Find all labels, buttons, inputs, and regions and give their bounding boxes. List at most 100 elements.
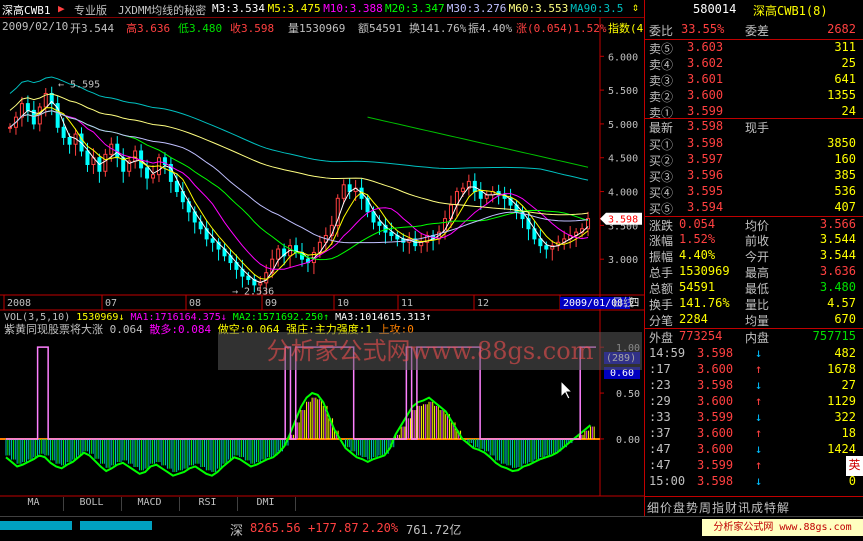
brand-banner[interactable]: 分析家公式网 www.88gs.com (702, 519, 863, 536)
sell-level-1[interactable]: 卖⑤ 3.603 311 (645, 40, 863, 56)
buy-level-volume: 385 (834, 168, 856, 182)
x-tick-label: 09 (265, 298, 277, 309)
play-arrow-icon[interactable]: ▶ (58, 2, 65, 15)
sell-level-label: 卖② (649, 90, 674, 104)
candle-body (151, 174, 156, 179)
tick-time: 15:00 (649, 474, 686, 488)
annotation-high: ← 5.595 (58, 80, 100, 91)
sell-level-3[interactable]: 卖③ 3.601 641 (645, 72, 863, 88)
stat-label: 涨幅 (649, 234, 674, 248)
tick-volume: 0 (848, 474, 856, 488)
buy-level-3[interactable]: 买③ 3.596 385 (645, 168, 863, 184)
bar-change: 涨(0.054)1.52% (516, 22, 607, 35)
quote-panel: 580014 深高CWB1(8) 委比 33.55% 委差 2682 卖⑤ 3.6… (644, 0, 863, 518)
bar-open: 开3.544 (70, 22, 115, 35)
tick-price: 3.599 (697, 410, 734, 424)
buy-level-label: 买④ (649, 186, 674, 200)
bar-info-line: 2009/02/10 开3.544 高3.636 低3.480 收3.598 量… (0, 18, 644, 35)
bar-high: 高3.636 (126, 22, 171, 35)
ma-value-0: M3:3.534 (212, 2, 265, 15)
bar-close: 收3.598 (230, 22, 275, 35)
tick-arrow-icon: ↓ (755, 442, 763, 456)
stat-row: 总额 54591 最低 3.480 (645, 280, 863, 296)
buy-level-label: 买② (649, 154, 674, 168)
stat-label: 换手 (649, 298, 674, 312)
sell-level-volume: 24 (841, 104, 856, 118)
tick-price: 3.599 (697, 458, 734, 472)
tab-rsi[interactable]: RSI (178, 497, 238, 511)
candle-body (460, 187, 465, 193)
buy-level-2[interactable]: 买② 3.597 160 (645, 152, 863, 168)
x-tick-label: 12 (477, 298, 489, 309)
stat-label: 分笔 (649, 314, 674, 328)
y-tick-label: 6.000 (608, 52, 638, 63)
sell-level-label: 卖④ (649, 58, 674, 72)
candle-body (389, 231, 394, 237)
watermark: 分析家公式网www.88gs.com (218, 332, 642, 370)
scroll-updown-icon[interactable]: ⇕ (632, 0, 639, 14)
buy-level-4[interactable]: 买④ 3.595 536 (645, 184, 863, 200)
stat-label-2: 均量 (745, 314, 770, 328)
tick-price: 3.598 (697, 346, 734, 360)
candle-body (544, 245, 549, 250)
sell-level-2[interactable]: 卖④ 3.602 25 (645, 56, 863, 72)
tick-row: :29 3.600 ↑ 1129 (645, 394, 863, 410)
stat-row: 总手 1530969 最高 3.636 (645, 264, 863, 280)
commission-ratio: 33.55% (681, 22, 725, 36)
tab-dmi[interactable]: DMI (236, 497, 296, 511)
tab-macd[interactable]: MACD (120, 497, 180, 511)
buy-level-price: 3.596 (687, 168, 724, 182)
outer-value: 773254 (679, 329, 723, 343)
sell-level-4[interactable]: 卖② 3.600 1355 (645, 88, 863, 104)
formula-name[interactable]: JXDMM均线的秘密 (118, 2, 206, 18)
candle-body (133, 150, 138, 162)
last-price-label: 3.598 (608, 215, 638, 226)
tab-boll[interactable]: BOLL (62, 497, 122, 511)
candle-body (377, 221, 382, 226)
bar-date: 2009/02/10 (2, 20, 69, 33)
candle-body (8, 126, 12, 129)
indicator-tabs: MA BOLL MACD RSI DMI (0, 497, 644, 511)
buy-level-label: 买① (649, 138, 674, 152)
stat-value: 1.52% (679, 232, 716, 246)
tick-arrow-icon: ↑ (755, 362, 763, 376)
inner-label: 内盘 (745, 331, 770, 345)
stat-row: 分笔 2284 均量 670 (645, 312, 863, 328)
period-label[interactable]: 日线 (612, 295, 634, 309)
ind-y-tick-label: 0.50 (616, 389, 640, 400)
bar-amount: 额54591 (358, 22, 403, 35)
tab-ma[interactable]: MA (4, 497, 64, 511)
ime-indicator[interactable]: 英 (846, 456, 863, 476)
buy-level-volume: 160 (834, 152, 856, 166)
panel-bottom-tabs[interactable]: 细价盘势周指财讯成特解 (647, 499, 790, 516)
buy-level-1[interactable]: 买① 3.598 3850 (645, 136, 863, 152)
stat-value-2: 3.636 (819, 264, 856, 278)
tick-arrow-icon: ↓ (755, 346, 763, 360)
buy-level-volume: 407 (834, 200, 856, 214)
buy-level-volume: 3850 (827, 136, 856, 150)
y-tick-label: 4.000 (608, 188, 638, 199)
buy-level-price: 3.595 (687, 184, 724, 198)
stock-code: 580014 (693, 2, 737, 16)
buy-level-5[interactable]: 买⑤ 3.594 407 (645, 200, 863, 216)
stat-row: 涨跌 0.054 均价 3.566 (645, 216, 863, 233)
stat-label: 振幅 (649, 250, 674, 264)
candle-body (371, 211, 376, 223)
ma-line-m10 (9, 110, 589, 270)
sell-level-price: 3.599 (687, 104, 724, 118)
status-bar: 深 8265.56 +177.87 2.20% 761.72亿 分析家公式网 w… (0, 516, 863, 541)
stat-label-2: 量比 (745, 298, 770, 312)
tick-arrow-icon: ↓ (755, 410, 763, 424)
buy-level-label: 买③ (649, 170, 674, 184)
version-label: 专业版 (74, 4, 107, 17)
stat-label: 总额 (649, 282, 674, 296)
candle-body (472, 180, 477, 193)
ma-line-m20 (9, 110, 589, 261)
y-tick-label: 5.000 (608, 120, 638, 131)
ma-value-2: M10:3.388 (323, 2, 383, 15)
tick-volume: 27 (841, 378, 856, 392)
latest-price: 3.598 (687, 119, 724, 133)
symbol-label[interactable]: 深高CWB1 (2, 2, 51, 18)
chart-canvas[interactable]: 6.0005.5005.0004.5004.0003.5003.000← 5.5… (0, 0, 644, 516)
candle-body (419, 241, 424, 247)
